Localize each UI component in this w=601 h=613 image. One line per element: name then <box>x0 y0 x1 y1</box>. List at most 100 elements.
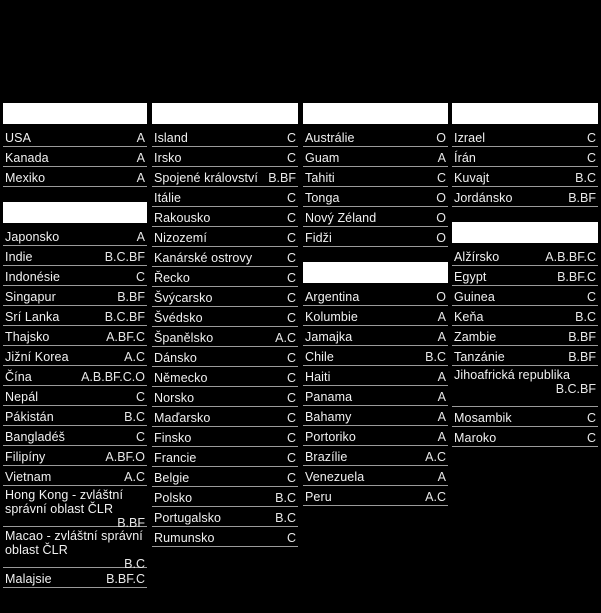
table-row[interactable]: Fidži O <box>303 227 448 247</box>
group-latin-america-header <box>303 262 448 283</box>
table-row[interactable]: Jihoafrická republika B.C.BF <box>452 366 598 407</box>
table-row[interactable]: Finsko C <box>152 427 298 447</box>
table-row[interactable]: Nový Zéland O <box>303 207 448 227</box>
table-row[interactable]: Chile B.C <box>303 346 448 366</box>
country-code: A <box>437 470 446 484</box>
table-row[interactable]: Maroko C <box>452 427 598 447</box>
table-row[interactable]: Itálie C <box>152 187 298 207</box>
country-name: Island <box>154 131 188 145</box>
table-row[interactable]: Hong Kong - zvláštní správní oblast ČLR B… <box>3 486 147 530</box>
table-row[interactable]: Kuvajt B.C <box>452 167 598 187</box>
table-row[interactable]: Alžírsko A.B.BF.C <box>452 246 598 266</box>
table-row[interactable]: Irsko C <box>152 147 298 167</box>
table-row[interactable]: Portugalsko B.C <box>152 507 298 527</box>
table-row[interactable]: Tahiti C <box>303 167 448 187</box>
table-row[interactable]: Norsko C <box>152 387 298 407</box>
table-row[interactable]: Keňa B.C <box>452 306 598 326</box>
table-row[interactable]: Nepál C <box>3 386 147 406</box>
table-row[interactable]: Thajsko A.BF.C <box>3 326 147 346</box>
country-name: Izrael <box>454 131 486 145</box>
table-row[interactable]: Jamajka A <box>303 326 448 346</box>
table-row[interactable]: Francie C <box>152 447 298 467</box>
table-row[interactable]: Írán C <box>452 147 598 167</box>
table-row[interactable]: Japonsko A <box>3 226 147 246</box>
table-row[interactable]: Řecko C <box>152 267 298 287</box>
table-row[interactable]: Kanárské ostrovy C <box>152 247 298 267</box>
group-north-america-header <box>3 103 147 124</box>
table-row[interactable]: Jižní Korea A.C <box>3 346 147 366</box>
country-code: B.C <box>425 350 446 364</box>
table-row[interactable]: Zambie B.BF <box>452 326 598 346</box>
table-row[interactable]: Čína A.B.BF.C.O <box>3 366 147 386</box>
country-code: C <box>135 390 145 404</box>
table-row[interactable]: Mexiko A <box>3 167 147 187</box>
group-europe: Island C Irsko C Spojené království B.BF Itáli… <box>152 103 298 547</box>
table-row[interactable]: Austrálie O <box>303 127 448 147</box>
country-code: A <box>437 390 446 404</box>
table-row[interactable]: Venezuela A <box>303 466 448 486</box>
table-row[interactable]: Egypt B.BF.C <box>452 266 598 286</box>
table-row[interactable]: Dánsko C <box>152 347 298 367</box>
table-row[interactable]: Německo C <box>152 367 298 387</box>
table-row[interactable]: Macao - zvláštní správní oblast ČLR B.C <box>3 527 147 571</box>
table-row[interactable]: Maďarsko C <box>152 407 298 427</box>
table-row[interactable]: Bangladéš C <box>3 426 147 446</box>
table-row[interactable]: Rakousko C <box>152 207 298 227</box>
table-row[interactable]: Guinea C <box>452 286 598 306</box>
table-row[interactable]: Kolumbie A <box>303 306 448 326</box>
country-code: B.C.BF <box>555 382 596 396</box>
country-code: A <box>437 310 446 324</box>
table-row[interactable]: Mosambik C <box>452 407 598 427</box>
country-code: B.BF.C <box>106 572 145 586</box>
country-code: A.BF.C <box>106 330 145 344</box>
country-name: Vietnam <box>5 470 52 484</box>
country-code: O <box>436 211 446 225</box>
table-row[interactable]: Srí Lanka B.C.BF <box>3 306 147 326</box>
table-row[interactable]: Brazílie A.C <box>303 446 448 466</box>
country-code: A.B.BF.C.O <box>81 370 145 384</box>
country-code: B.C <box>275 491 296 505</box>
table-row[interactable]: Kanada A <box>3 147 147 167</box>
table-row[interactable]: Polsko B.C <box>152 487 298 507</box>
country-name: Itálie <box>154 191 182 205</box>
table-row[interactable]: Nizozemí C <box>152 227 298 247</box>
country-code: C <box>286 531 296 545</box>
table-row[interactable]: USA A <box>3 127 147 147</box>
country-name: Peru <box>305 490 332 504</box>
table-row[interactable]: Portoriko A <box>303 426 448 446</box>
table-row[interactable]: Guam A <box>303 147 448 167</box>
table-row[interactable]: Rumunsko C <box>152 527 298 547</box>
table-row[interactable]: Izrael C <box>452 127 598 147</box>
country-code: C <box>286 131 296 145</box>
table-row[interactable]: Malajsie B.BF.C <box>3 568 147 588</box>
country-code: B.BF <box>568 191 596 205</box>
country-code: A.C <box>425 450 446 464</box>
table-row[interactable]: Švýcarsko C <box>152 287 298 307</box>
country-name: Singapur <box>5 290 56 304</box>
table-row[interactable]: Jordánsko B.BF <box>452 187 598 207</box>
table-row[interactable]: Vietnam A.C <box>3 466 147 486</box>
table-row[interactable]: Belgie C <box>152 467 298 487</box>
table-row[interactable]: Tonga O <box>303 187 448 207</box>
table-row[interactable]: Spojené království B.BF <box>152 167 298 187</box>
country-code: O <box>436 131 446 145</box>
table-row[interactable]: Peru A.C <box>303 486 448 506</box>
table-row[interactable]: Island C <box>152 127 298 147</box>
table-row[interactable]: Haiti A <box>303 366 448 386</box>
table-row[interactable]: Pákistán B.C <box>3 406 147 426</box>
table-row[interactable]: Švédsko C <box>152 307 298 327</box>
table-row[interactable]: Španělsko A.C <box>152 327 298 347</box>
column-4: Izrael C Írán C Kuvajt B.C Jordánsko B.BF Alžírs… <box>452 103 598 447</box>
table-row[interactable]: Singapur B.BF <box>3 286 147 306</box>
table-row[interactable]: Panama A <box>303 386 448 406</box>
table-row[interactable]: Tanzánie B.BF <box>452 346 598 366</box>
table-row[interactable]: Bahamy A <box>303 406 448 426</box>
country-code: A.C <box>425 490 446 504</box>
table-row[interactable]: Filipíny A.BF.O <box>3 446 147 466</box>
table-row[interactable]: Indonésie C <box>3 266 147 286</box>
column-2: Island C Irsko C Spojené království B.BF Itáli… <box>152 103 298 547</box>
country-code: B.BF <box>117 290 145 304</box>
country-code: C <box>286 271 296 285</box>
table-row[interactable]: Argentina O <box>303 286 448 306</box>
table-row[interactable]: Indie B.C.BF <box>3 246 147 266</box>
